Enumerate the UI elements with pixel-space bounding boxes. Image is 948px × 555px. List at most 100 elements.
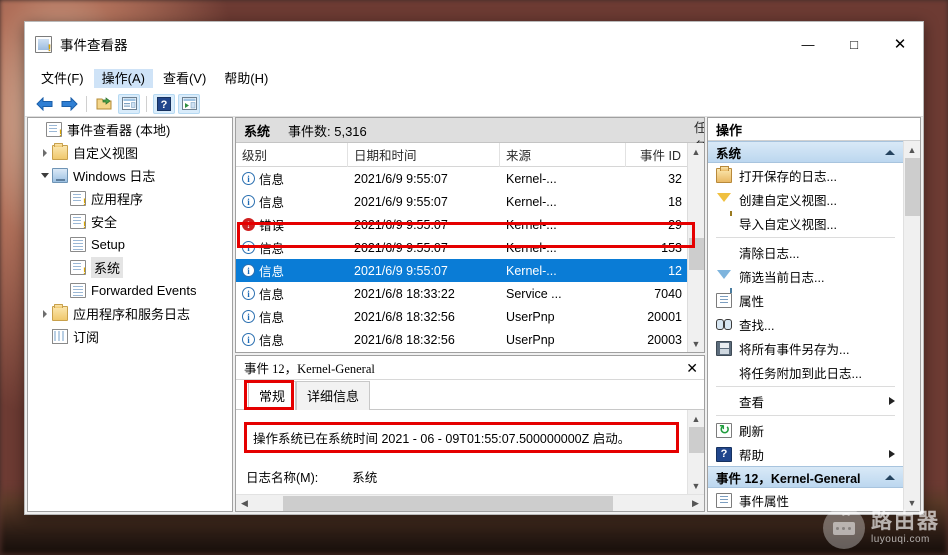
action-create-custom-view[interactable]: 创建自定义视图... xyxy=(708,187,903,216)
scroll-down-icon[interactable]: ▼ xyxy=(904,494,921,511)
table-row[interactable]: i 信息 2021/6/9 9:55:07 Kernel-... 32 (58) xyxy=(236,167,687,190)
chevron-up-icon[interactable] xyxy=(885,474,895,480)
table-row[interactable]: i 信息 2021/6/8 18:32:56 UserPnp 20001 (70… xyxy=(236,305,687,328)
folder-filter-icon xyxy=(52,143,68,160)
cell-level: i 信息 xyxy=(236,259,348,282)
error-icon: ! xyxy=(242,218,255,231)
column-header-event-id[interactable]: 事件 ID xyxy=(626,142,688,167)
cell-level-text: 信息 xyxy=(259,173,285,187)
action-open-saved-log[interactable]: 打开保存的日志... xyxy=(708,163,903,187)
event-detail-text-area[interactable]: 操作系统已在系统时间 2021 - 06 - 09T01:55:07.50000… xyxy=(236,410,687,494)
cell-source: Kernel-... xyxy=(506,194,557,209)
refresh-icon xyxy=(716,422,732,438)
table-row[interactable]: i 信息 2021/6/8 18:32:56 Service ... 7045 … xyxy=(236,351,687,352)
open-folder-icon[interactable] xyxy=(93,94,115,114)
scroll-track[interactable] xyxy=(688,160,705,335)
menu-file[interactable]: 文件(F) xyxy=(33,69,92,88)
tree-item-security[interactable]: 安全 xyxy=(28,210,232,233)
hscroll-thumb[interactable] xyxy=(283,495,613,511)
tab-details[interactable]: 详细信息 xyxy=(296,381,371,410)
scroll-up-icon[interactable]: ▲ xyxy=(688,143,705,160)
help-icon[interactable]: ? xyxy=(153,93,175,114)
tree-item-forwarded-events[interactable]: Forwarded Events xyxy=(28,279,232,302)
table-row[interactable]: i 信息 2021/6/8 18:32:56 UserPnp 20003 (70… xyxy=(236,328,687,351)
menu-view[interactable]: 查看(V) xyxy=(155,69,214,88)
action-view[interactable]: 查看 xyxy=(708,389,903,413)
tree-item-root[interactable]: 事件查看器 (本地) xyxy=(28,118,232,141)
menu-action[interactable]: 操作(A) xyxy=(93,69,153,88)
hscroll-track[interactable] xyxy=(253,495,687,512)
tree-item-label: 自定义视图 xyxy=(73,146,139,161)
table-row[interactable]: i 信息 2021/6/9 9:55:07 Kernel-... 153 (62… xyxy=(236,236,687,259)
tree-item-subscriptions[interactable]: 订阅 xyxy=(28,325,232,348)
actions-pane-title-text: 操作 xyxy=(716,122,743,138)
table-row-selected[interactable]: i 信息 2021/6/9 9:55:07 Kernel-... 12 (1) xyxy=(236,259,687,282)
scroll-down-icon[interactable]: ▼ xyxy=(688,335,705,352)
scroll-thumb[interactable] xyxy=(688,427,704,453)
tree-item-setup[interactable]: Setup xyxy=(28,233,232,256)
maximize-button[interactable]: □ xyxy=(831,22,877,66)
action-refresh[interactable]: 刷新 xyxy=(708,418,903,442)
table-row[interactable]: ! 错误 2021/6/9 9:55:07 Kernel-... 29 无 xyxy=(236,213,687,236)
cell-source: Service ... xyxy=(506,286,562,301)
actions-scrollbar[interactable]: ▲ ▼ xyxy=(903,141,920,511)
action-save-all-events-as[interactable]: 将所有事件另存为... xyxy=(708,336,903,360)
tree-item-windows-logs[interactable]: Windows 日志 xyxy=(28,164,232,187)
scroll-thumb[interactable] xyxy=(688,238,704,270)
tree-item-system[interactable]: 系统 xyxy=(28,256,232,279)
action-event-properties[interactable]: 事件属性 xyxy=(708,488,903,511)
minimize-button[interactable]: — xyxy=(785,22,831,66)
actions-group-header-event[interactable]: 事件 12，Kernel-General xyxy=(708,466,903,488)
forward-arrow-icon[interactable] xyxy=(58,94,80,114)
log-icon xyxy=(70,283,86,298)
table-row[interactable]: i 信息 2021/6/9 9:55:07 Kernel-... 18 (57) xyxy=(236,190,687,213)
column-header-date[interactable]: 日期和时间 xyxy=(348,142,500,167)
computer-icon xyxy=(52,168,68,183)
close-button[interactable]: ✕ xyxy=(877,22,923,66)
chevron-up-icon[interactable] xyxy=(885,149,895,155)
navigation-tree-pane[interactable]: 事件查看器 (本地) 自定义视图 Windows 日志 应用程序 安全 xyxy=(27,117,233,512)
scroll-track[interactable] xyxy=(904,158,921,494)
tree-item-custom-views[interactable]: 自定义视图 xyxy=(28,141,232,164)
properties-icon[interactable] xyxy=(118,93,140,114)
cell-date: 2021/6/9 9:55:07 xyxy=(354,217,448,232)
back-arrow-icon[interactable] xyxy=(33,94,55,114)
column-header-level[interactable]: 级别 xyxy=(236,142,348,167)
tree-item-application[interactable]: 应用程序 xyxy=(28,187,232,210)
event-list-scrollbar[interactable]: ▲ ▼ xyxy=(687,143,704,352)
actions-group-header-system[interactable]: 系统 xyxy=(708,141,903,163)
action-import-custom-view[interactable]: 导入自定义视图... xyxy=(708,211,903,235)
chevron-right-icon[interactable] xyxy=(38,148,52,157)
action-properties[interactable]: 属性 xyxy=(708,288,903,312)
menu-help[interactable]: 帮助(H) xyxy=(216,69,276,88)
chevron-down-icon[interactable] xyxy=(38,173,52,178)
scroll-track[interactable] xyxy=(688,427,705,477)
scroll-down-icon[interactable]: ▼ xyxy=(688,477,705,494)
maximize-icon: □ xyxy=(850,36,858,52)
detail-close-icon[interactable]: ✕ xyxy=(686,361,698,375)
action-find[interactable]: 查找... xyxy=(708,312,903,336)
action-help[interactable]: 帮助 xyxy=(708,442,903,466)
action-attach-task-to-log[interactable]: 将任务附加到此日志... xyxy=(708,360,903,384)
log-name-label: 日志名称(M): xyxy=(246,471,319,485)
scroll-left-icon[interactable]: ◀ xyxy=(236,495,253,512)
event-detail-content: 操作系统已在系统时间 2021 - 06 - 09T01:55:07.50000… xyxy=(236,410,704,494)
event-detail-scrollbar[interactable]: ▲ ▼ xyxy=(687,410,704,494)
scroll-right-icon[interactable]: ▶ xyxy=(687,495,704,512)
event-detail-hscrollbar[interactable]: ◀ ▶ xyxy=(236,494,704,511)
scroll-up-icon[interactable]: ▲ xyxy=(688,410,705,427)
scroll-thumb[interactable] xyxy=(904,158,920,216)
tree-item-apps-services-logs[interactable]: 应用程序和服务日志 xyxy=(28,302,232,325)
scroll-up-icon[interactable]: ▲ xyxy=(904,141,921,158)
chevron-right-icon[interactable] xyxy=(38,309,52,318)
column-header-source[interactable]: 来源 xyxy=(500,142,626,167)
actions-body: 系统 打开保存的日志... 创建自定义视图... 导入自定义视图... 清除日志… xyxy=(708,141,920,511)
table-row[interactable]: i 信息 2021/6/8 18:33:22 Service ... 7040 … xyxy=(236,282,687,305)
event-list-count: 事件数: 5,316 xyxy=(288,123,367,139)
action-filter-current-log[interactable]: 筛选当前日志... xyxy=(708,264,903,293)
event-list-header-row: 级别 日期和时间 来源 事件 ID 任务类别 xyxy=(236,121,704,192)
menu-bar: 文件(F) 操作(A) 查看(V) 帮助(H) xyxy=(25,66,923,91)
actions-list: 系统 打开保存的日志... 创建自定义视图... 导入自定义视图... 清除日志… xyxy=(708,141,903,511)
action-clear-log[interactable]: 清除日志... xyxy=(708,240,903,264)
show-pane-icon[interactable] xyxy=(178,93,200,114)
